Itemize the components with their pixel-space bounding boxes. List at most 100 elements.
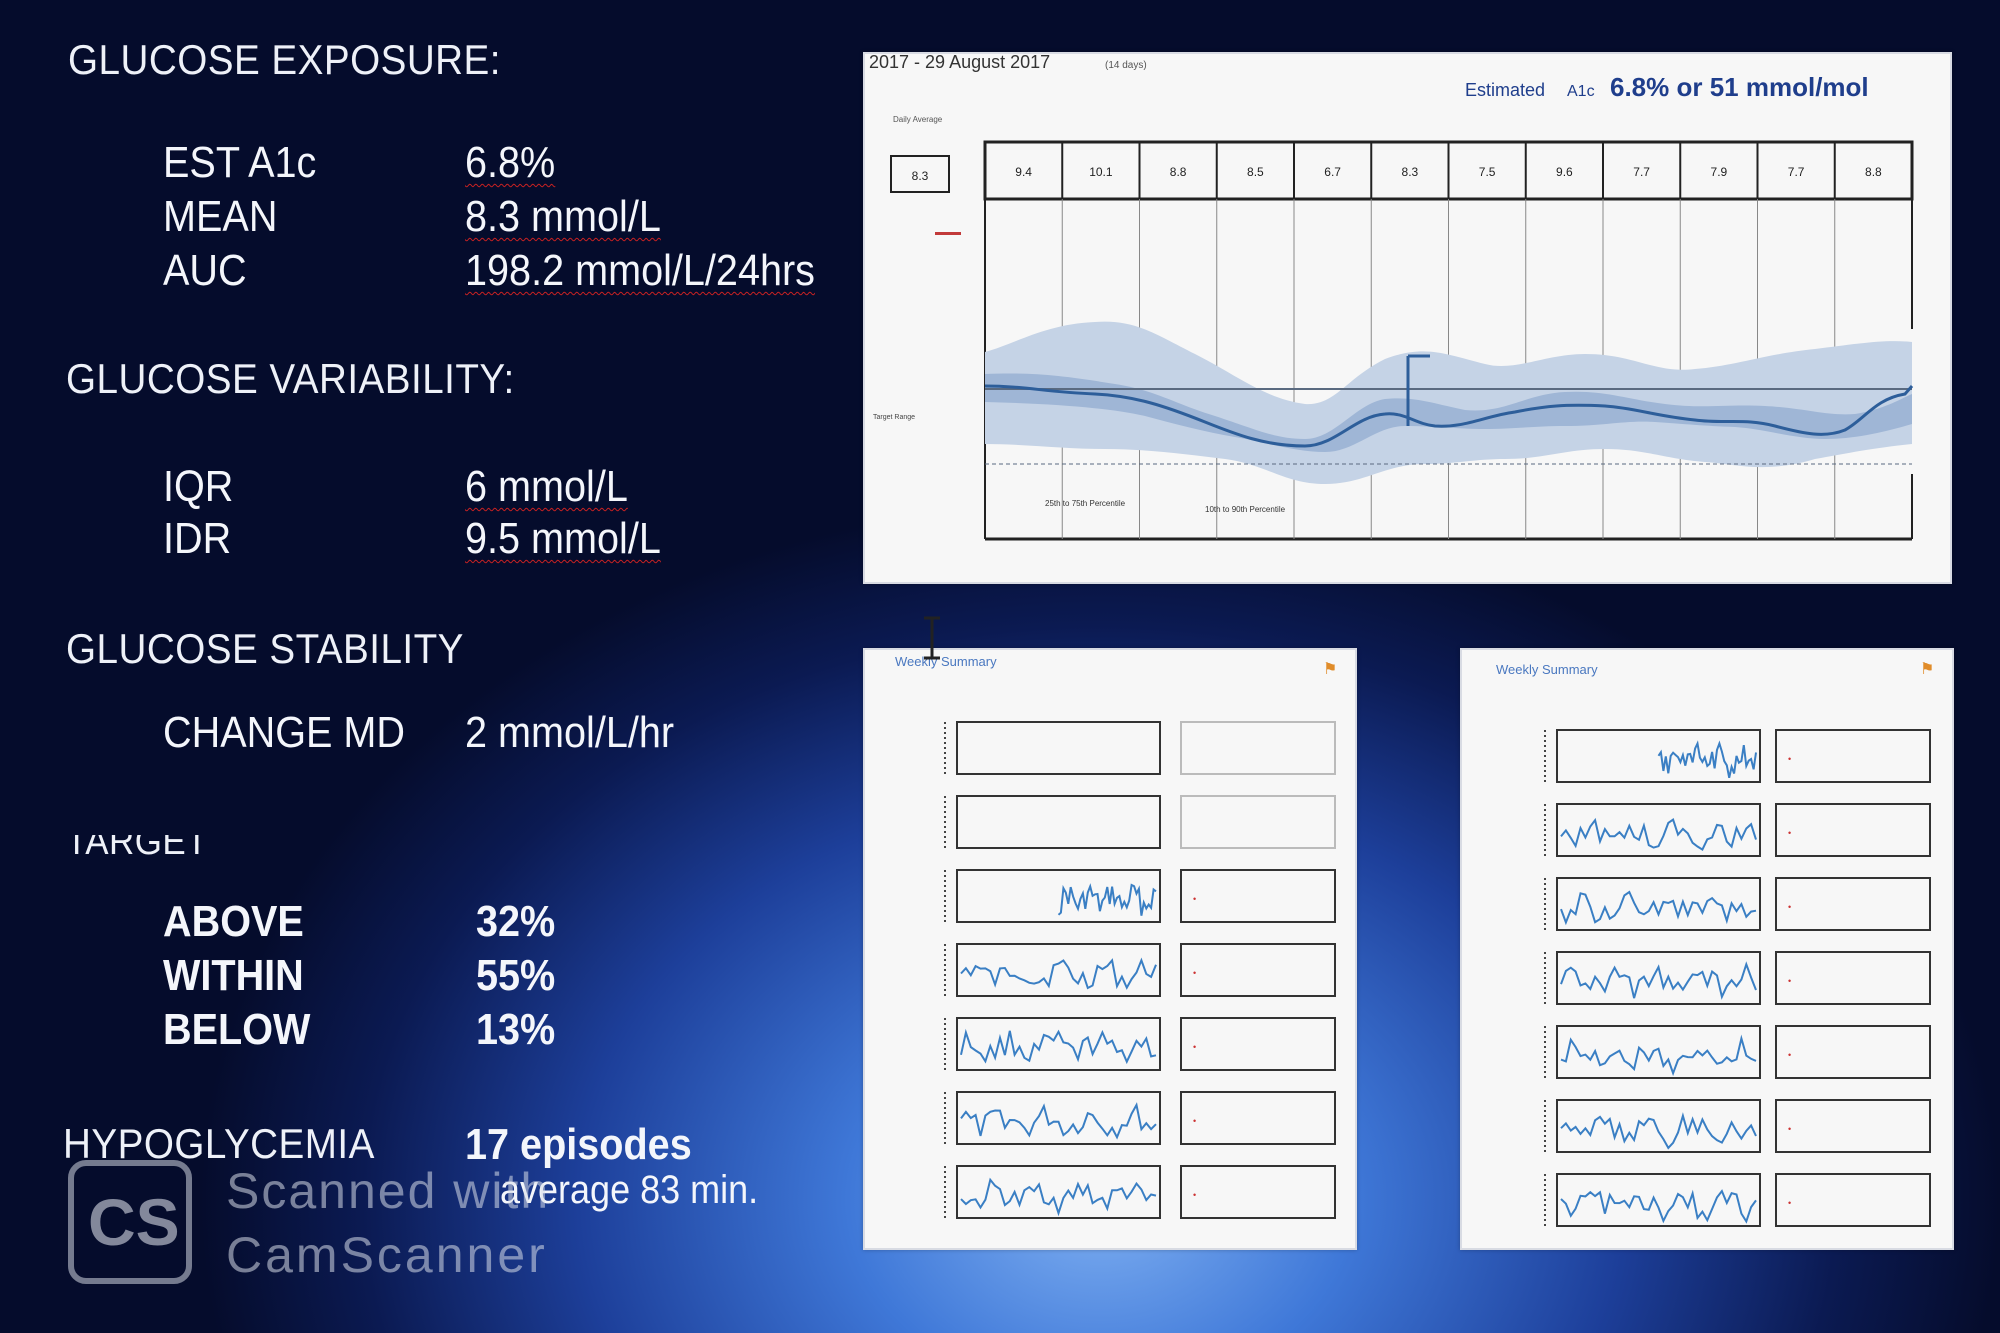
mean-label: MEAN (163, 192, 278, 241)
below-label: BELOW (163, 1005, 311, 1054)
weekly-glucose-trace (960, 1177, 1157, 1217)
weekly-day-plot (956, 721, 1161, 775)
weekly-stat-mark: • (1193, 1116, 1196, 1126)
auc-value: 198.2 mmol/L/24hrs (465, 246, 815, 295)
below-value: 13% (476, 1005, 556, 1054)
weekly-day-plot (1556, 1173, 1761, 1227)
daily-average-cells: 9.4 10.1 8.8 8.5 6.7 8.3 7.5 9.6 7.7 7.9 7.7 8.8 (1015, 142, 1882, 199)
weekly-day-stats-box (1775, 729, 1931, 783)
mean-value: 8.3 mmol/L (465, 192, 661, 241)
weekly-glucose-trace (1560, 961, 1757, 1000)
weekly-glucose-trace (960, 1028, 1157, 1065)
weekly-summary-left: Weekly Summary ⚑ • • • • • (863, 648, 1357, 1250)
weekly-stat-mark: • (1193, 968, 1196, 978)
daily-average-value: 8.8 (1170, 165, 1187, 179)
weekly-day-stats-box (1775, 951, 1931, 1005)
iqr-label: IQR (163, 462, 234, 511)
text-cursor-icon (924, 616, 940, 660)
weekly-left-rows: • • • • • (944, 721, 1336, 1219)
camscanner-watermark: CS Scanned with CamScanner (68, 1160, 588, 1290)
weekly-glucose-trace (1057, 883, 1157, 916)
weekly-day-plot (1556, 803, 1761, 857)
days-count: (14 days) (1105, 60, 1147, 71)
weekly-day-plot (956, 1017, 1161, 1071)
weekly-chart-right: Weekly Summary ⚑ • • • • • • • (1496, 661, 1934, 1227)
daily-average-value: 7.7 (1788, 165, 1805, 179)
daily-average-value: 9.6 (1556, 165, 1573, 179)
daily-pattern-chart: 2017 - 29 August 2017 (14 days) Estimate… (869, 54, 1914, 541)
daily-average-value: 8.8 (1865, 165, 1882, 179)
weekly-day-stats-box (1180, 943, 1336, 997)
weekly-day-stats-box (1180, 1091, 1336, 1145)
overall-average-value: 8.3 (912, 169, 929, 183)
target-heading: TARGET (66, 835, 208, 863)
daily-average-label: Daily Average (893, 115, 943, 124)
weekly-stat-mark: • (1193, 1190, 1196, 1200)
above-value: 32% (476, 897, 556, 946)
weekly-right-rows: • • • • • • • (1544, 729, 1931, 1227)
legend-percentile-10-90: 10th to 90th Percentile (1205, 505, 1286, 514)
high-marker (935, 232, 961, 235)
change-md-value: 2 mmol/L/hr (465, 712, 675, 752)
weekly-glucose-trace (960, 957, 1157, 990)
auc-label: AUC (163, 246, 247, 295)
weekly-glucose-trace (1560, 817, 1757, 852)
stability-heading: GLUCOSE STABILITY (66, 625, 464, 672)
weekly-day-stats-box (1775, 803, 1931, 857)
weekly-day-plot (1556, 877, 1761, 931)
watermark-line-1: Scanned with (226, 1163, 551, 1219)
daily-average-value: 6.7 (1324, 165, 1341, 179)
weekly-stat-mark: • (1193, 894, 1196, 904)
plot-area: Target Range 25th to 75th Percentile 10t… (873, 199, 1914, 541)
weekly-day-stats-box (1180, 795, 1336, 849)
target-range-label: Target Range (873, 414, 915, 421)
weekly-glucose-trace (1657, 740, 1757, 779)
date-range: 2017 - 29 August 2017 (869, 54, 1050, 72)
exposure-heading: GLUCOSE EXPOSURE: (68, 36, 501, 83)
weekly-day-plot (1556, 951, 1761, 1005)
weekly-summary-right: Weekly Summary ⚑ • • • • • • • (1460, 648, 1954, 1250)
weekly-right-logo-icon: ⚑ (1920, 661, 1934, 678)
daily-average-value: 10.1 (1089, 165, 1113, 179)
daily-average-value: 7.7 (1633, 165, 1650, 179)
a1c-label: A1c (1567, 83, 1595, 100)
within-value: 55% (476, 951, 556, 1000)
daily-average-value: 8.5 (1247, 165, 1264, 179)
weekly-right-title: Weekly Summary (1496, 662, 1598, 677)
weekly-day-stats-box (1180, 1165, 1336, 1219)
weekly-stat-mark: • (1788, 1198, 1791, 1208)
idr-label: IDR (163, 514, 232, 563)
legend-percentile-25-75: 25th to 75th Percentile (1045, 499, 1126, 508)
camscanner-logo-icon: CS (68, 1160, 192, 1284)
change-md-clip: CHANGE MD (163, 712, 463, 752)
weekly-stat-mark: • (1788, 754, 1791, 764)
weekly-glucose-trace (1560, 1189, 1757, 1224)
daily-average-value: 9.4 (1015, 165, 1032, 179)
target-heading-clip: TARGET (66, 835, 266, 865)
daily-average-value: 8.3 (1402, 165, 1419, 179)
weekly-stat-mark: • (1788, 1050, 1791, 1060)
weekly-day-stats-box (1180, 1017, 1336, 1071)
idr-value: 9.5 mmol/L (465, 514, 661, 563)
weekly-stat-mark: • (1788, 1124, 1791, 1134)
daily-average-value: 7.9 (1711, 165, 1728, 179)
estimated-label: Estimated (1465, 80, 1545, 100)
variability-heading: GLUCOSE VARIABILITY: (66, 355, 515, 402)
weekly-chart-left: Weekly Summary ⚑ • • • • • (895, 654, 1337, 1219)
weekly-glucose-trace (1560, 1034, 1757, 1077)
weekly-day-stats-box (1775, 1025, 1931, 1079)
weekly-day-stats-box (1180, 721, 1336, 775)
above-label: ABOVE (163, 897, 304, 946)
iqr-value: 6 mmol/L (465, 462, 628, 511)
weekly-stat-mark: • (1788, 976, 1791, 986)
weekly-stat-mark: • (1788, 828, 1791, 838)
a1c-estimate: 6.8% or 51 mmol/mol (1610, 72, 1869, 102)
daily-pattern-panel: 2017 - 29 August 2017 (14 days) Estimate… (863, 52, 1952, 584)
camscanner-logo-text: CS (88, 1185, 180, 1259)
est-a1c-value: 6.8% (465, 138, 556, 187)
weekly-day-stats-box (1180, 869, 1336, 923)
change-md-label: CHANGE MD (163, 712, 406, 752)
weekly-glucose-trace (1560, 1112, 1757, 1150)
weekly-stat-mark: • (1788, 902, 1791, 912)
weekly-left-title: Weekly Summary (895, 654, 997, 669)
